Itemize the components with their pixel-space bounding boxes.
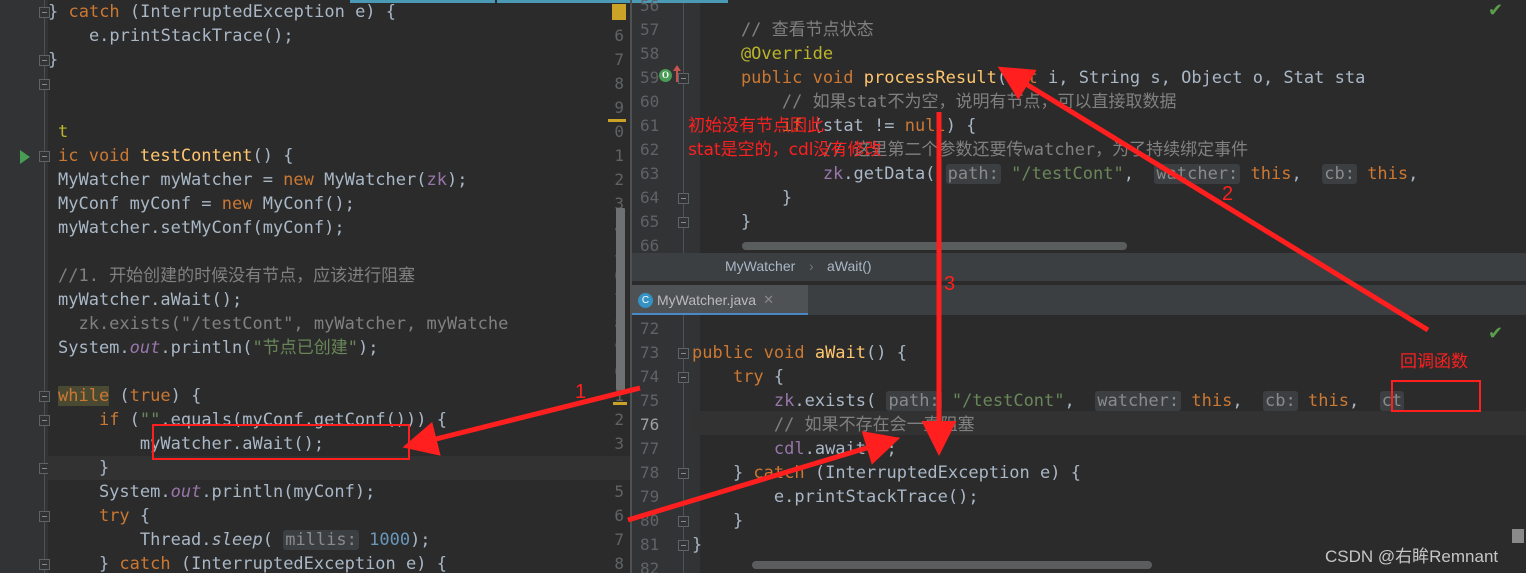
code-line: } catch (InterruptedException e) {	[58, 554, 447, 573]
code-line: public void aWait() {	[692, 343, 907, 363]
watermark: CSDN @右眸Remnant	[1325, 547, 1499, 566]
right-bottom-code-layer[interactable]: public void aWait() { try { zk.exists( p…	[632, 315, 1526, 573]
tab-label: MyWatcher.java	[657, 292, 757, 308]
left-code-layer[interactable]: } catch (InterruptedException e) { e.pri…	[0, 0, 630, 573]
code-line: zk.exists("/testCont", myWatcher, myWatc…	[58, 314, 509, 334]
code-line: @Override	[700, 44, 834, 64]
code-line: MyWatcher myWatcher = new MyWatcher(zk);	[58, 170, 468, 190]
close-icon[interactable]: ✕	[763, 292, 774, 308]
code-line: while (true) {	[58, 386, 202, 406]
code-line: }	[48, 50, 59, 70]
code-line: } catch (InterruptedException e) {	[48, 2, 397, 22]
horizontal-scrollbar-thumb[interactable]	[742, 242, 1127, 250]
code-line: }	[700, 212, 752, 232]
annotation-note-initial-no-node: 初始没有节点因此	[688, 116, 824, 136]
code-line: // 如果不存在会一直阻塞	[692, 415, 975, 435]
breadcrumb-item-class[interactable]: MyWatcher	[725, 258, 795, 274]
code-line: try {	[732, 367, 785, 387]
code-line: } catch (InterruptedException e) {	[692, 463, 1081, 483]
editor-tab-strip[interactable]: C MyWatcher.java ✕	[632, 285, 1526, 315]
code-line: zk.getData( path: "/testCont", watcher: …	[700, 164, 1419, 184]
annotation-number-2: 2	[1222, 183, 1234, 205]
right-bottom-editor[interactable]: 72 73 74 75 76 77 78 79 80 81 82 public …	[632, 315, 1526, 573]
annotation-box-await-call	[152, 424, 410, 460]
code-line: myWatcher.aWait();	[58, 290, 243, 310]
code-line: }	[692, 511, 744, 531]
annotation-number-1: 1	[575, 381, 587, 403]
code-line: // 查看节点状态	[700, 20, 874, 40]
code-line: //1. 开始创建的时候没有节点，应该进行阻塞	[58, 266, 416, 286]
left-editor-pane[interactable]: 5 6 7 8 9 0 1 2 3 4 5 6 7 8 9 0 1 2 3 4 …	[0, 0, 630, 573]
error-stripe-marker[interactable]	[1512, 529, 1524, 543]
code-line: Thread.sleep( millis: 1000);	[58, 530, 431, 550]
code-line: zk.exists( path: "/testCont", watcher: t…	[692, 391, 1405, 411]
inspection-ok-icon[interactable]: ✔	[1488, 323, 1503, 344]
horizontal-scrollbar-thumb[interactable]	[752, 561, 1152, 569]
code-line: }	[58, 458, 110, 478]
vertical-scrollbar-thumb[interactable]	[616, 208, 625, 390]
error-stripe-marker[interactable]	[613, 402, 627, 405]
code-line: }	[700, 188, 793, 208]
breadcrumb-separator: ›	[809, 258, 814, 274]
annotation-number-3: 3	[944, 273, 956, 295]
error-stripe-marker[interactable]	[612, 4, 626, 20]
code-line: System.out.println(myConf);	[58, 482, 376, 502]
code-line: myWatcher.setMyConf(myConf);	[58, 218, 345, 238]
code-line: System.out.println("节点已创建");	[58, 338, 379, 358]
tab-mywatcher-java[interactable]: C MyWatcher.java ✕	[632, 285, 808, 315]
error-stripe-marker[interactable]	[608, 119, 626, 122]
inspection-ok-icon[interactable]: ✔	[1488, 0, 1503, 21]
code-line: try {	[98, 506, 151, 526]
annotation-note-callback: 回调函数	[1400, 352, 1468, 372]
breadcrumb[interactable]: MyWatcher › aWait()	[632, 253, 1526, 281]
ide-window: 5 6 7 8 9 0 1 2 3 4 5 6 7 8 9 0 1 2 3 4 …	[0, 0, 1526, 573]
code-line: t	[58, 122, 69, 142]
annotation-box-cb-this	[1391, 380, 1481, 412]
java-class-icon: C	[638, 292, 653, 308]
right-editor-pane[interactable]: 56 57 58 59 60 61 62 63 64 65 66 O // 查看…	[632, 0, 1526, 573]
code-line: MyConf myConf = new MyConf();	[58, 194, 355, 214]
code-line: ic void testContent() {	[58, 146, 294, 166]
code-line: cdl.await();	[692, 439, 897, 459]
code-line: public void processResult(int i, String …	[700, 68, 1366, 88]
code-line: }	[692, 535, 703, 555]
code-line: e.printStackTrace();	[48, 26, 294, 46]
annotation-note-stat-empty: stat是空的，cdl没有修改	[688, 140, 882, 160]
breadcrumb-item-method[interactable]: aWait()	[827, 258, 872, 274]
code-line: e.printStackTrace();	[692, 487, 979, 507]
